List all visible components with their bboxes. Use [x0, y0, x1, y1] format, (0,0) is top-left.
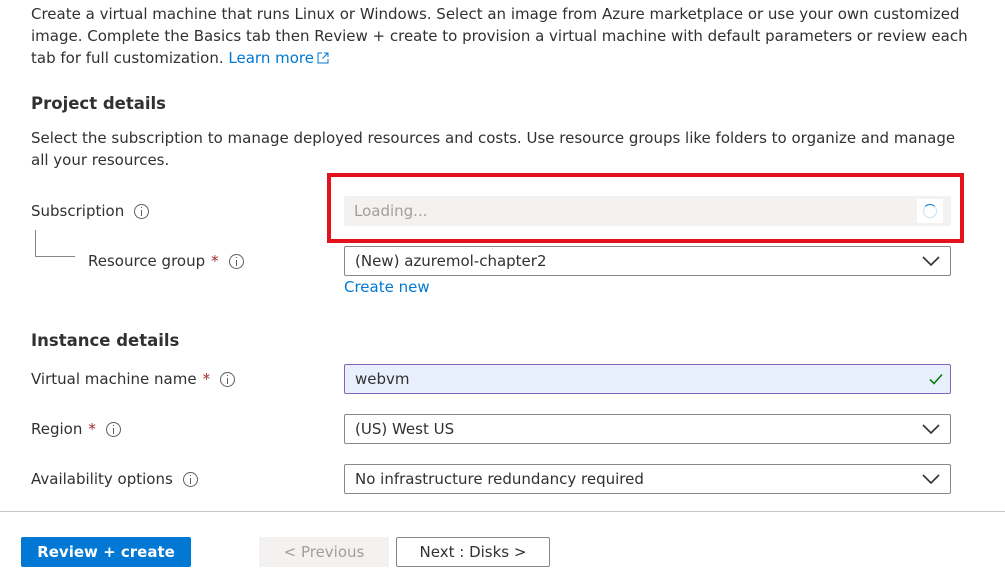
- info-icon[interactable]: [134, 203, 150, 219]
- external-link-icon: [317, 52, 329, 64]
- info-icon[interactable]: [182, 471, 198, 487]
- availability-dropdown[interactable]: No infrastructure redundancy required: [344, 464, 951, 494]
- project-details-description: Select the subscription to manage deploy…: [31, 129, 956, 169]
- region-dropdown[interactable]: (US) West US: [344, 414, 951, 444]
- instance-details-title: Instance details: [31, 331, 180, 350]
- learn-more-link[interactable]: Learn more: [228, 49, 329, 67]
- vm-name-value: webvm: [355, 370, 410, 388]
- region-label: Region: [31, 420, 83, 438]
- availability-value: No infrastructure redundancy required: [355, 470, 644, 488]
- region-value: (US) West US: [355, 420, 455, 438]
- vm-name-input[interactable]: webvm: [344, 364, 951, 394]
- chevron-down-icon: [922, 424, 940, 435]
- required-asterisk: *: [88, 420, 96, 438]
- spinner-icon: [923, 204, 937, 218]
- review-create-button[interactable]: Review + create: [21, 537, 191, 567]
- resource-group-value: (New) azuremol-chapter2: [355, 252, 547, 270]
- resource-group-label: Resource group: [88, 252, 206, 270]
- intro-paragraph: Create a virtual machine that runs Linux…: [31, 3, 971, 69]
- info-icon[interactable]: [228, 253, 244, 269]
- chevron-down-icon: [922, 256, 940, 267]
- vm-name-label: Virtual machine name: [31, 370, 197, 388]
- required-asterisk: *: [202, 370, 211, 388]
- required-asterisk: *: [211, 252, 219, 270]
- tree-connector: [35, 230, 75, 257]
- create-new-link[interactable]: Create new: [344, 278, 430, 296]
- checkmark-icon: [929, 373, 943, 385]
- region-label-row: Region *: [31, 420, 121, 438]
- chevron-down-icon: [922, 474, 940, 485]
- resource-group-label-row: Resource group *: [88, 252, 244, 270]
- project-details-title: Project details: [31, 94, 166, 113]
- resource-group-dropdown[interactable]: (New) azuremol-chapter2: [344, 246, 951, 276]
- learn-more-label: Learn more: [228, 49, 314, 67]
- subscription-value: Loading...: [354, 202, 428, 220]
- availability-label-row: Availability options: [31, 470, 198, 488]
- intro-text: Create a virtual machine that runs Linux…: [31, 5, 968, 67]
- vm-name-label-row: Virtual machine name *: [31, 370, 236, 388]
- info-icon[interactable]: [105, 421, 121, 437]
- footer-divider: [0, 511, 1005, 512]
- availability-label: Availability options: [31, 470, 173, 488]
- next-disks-button[interactable]: Next : Disks >: [396, 537, 550, 567]
- previous-button[interactable]: < Previous: [259, 537, 389, 567]
- subscription-label: Subscription: [31, 202, 125, 220]
- info-icon[interactable]: [220, 371, 236, 387]
- subscription-dropdown[interactable]: Loading...: [344, 196, 951, 226]
- subscription-label-row: Subscription: [31, 202, 150, 220]
- spinner-container: [917, 199, 943, 223]
